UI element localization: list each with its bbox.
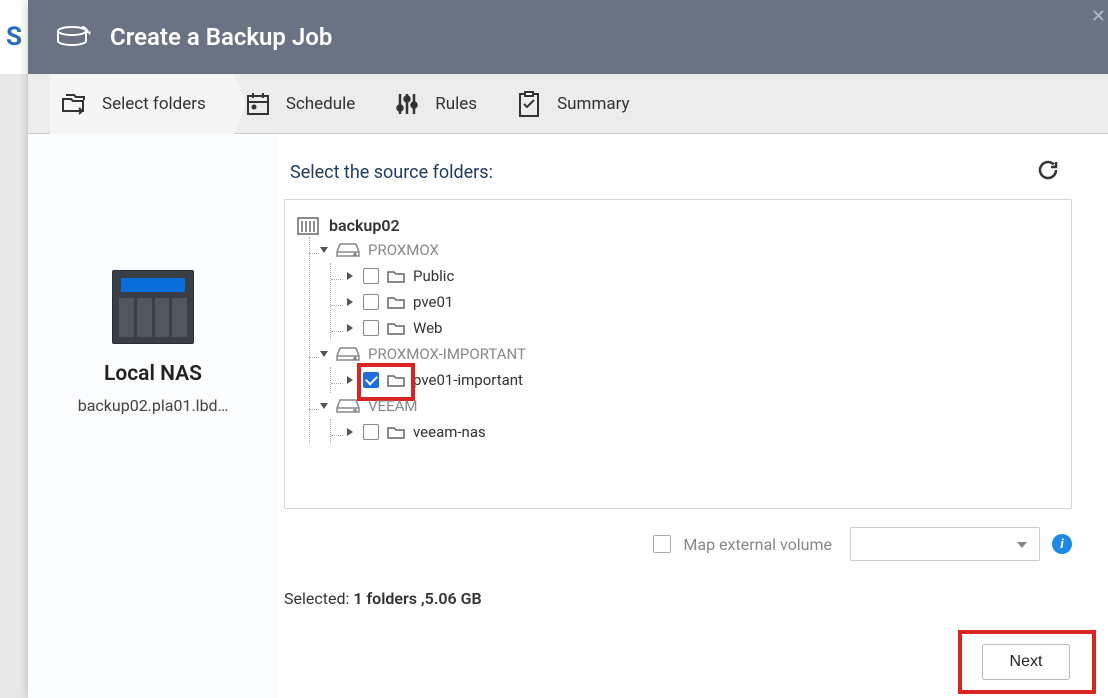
- volume-icon: [336, 398, 360, 414]
- calendar-icon: [244, 90, 272, 118]
- group-label: PROXMOX-IMPORTANT: [368, 345, 526, 363]
- modal-window: Create a Backup Job ✕ Select folders Sch…: [28, 0, 1108, 698]
- item-label: veeam-nas: [413, 423, 486, 441]
- map-external-select[interactable]: [850, 527, 1040, 561]
- folder-tree: backup02 PROXMOX: [284, 199, 1072, 509]
- tree-group-header[interactable]: VEEAM: [310, 393, 1059, 419]
- folder-icon: [387, 269, 405, 283]
- close-icon[interactable]: ✕: [1091, 6, 1106, 27]
- expand-caret-icon[interactable]: [347, 272, 353, 280]
- item-label: Web: [413, 319, 442, 337]
- step-label: Schedule: [286, 94, 355, 114]
- folder-checkbox[interactable]: [363, 372, 379, 388]
- tree-item[interactable]: pve01: [331, 289, 1059, 315]
- refresh-icon[interactable]: [1036, 158, 1060, 182]
- tree-root[interactable]: backup02: [297, 214, 1059, 237]
- step-select-folders[interactable]: Select folders: [50, 74, 234, 134]
- section-title: Select the source folders:: [290, 162, 1072, 183]
- folder-icon: [387, 373, 405, 387]
- tree-item[interactable]: Public: [331, 263, 1059, 289]
- map-external-label: Map external volume: [683, 535, 832, 554]
- nas-hostname: backup02.pla01.lbd…: [78, 396, 229, 415]
- nas-device-image: [112, 270, 194, 344]
- expand-caret-icon[interactable]: [320, 351, 328, 357]
- folder-icon: [387, 425, 405, 439]
- folder-checkbox[interactable]: [363, 294, 379, 310]
- selected-summary: Selected: 1 folders ,5.06 GB: [284, 589, 1072, 608]
- item-label: pve01: [413, 293, 453, 311]
- expand-caret-icon[interactable]: [320, 247, 328, 253]
- expand-caret-icon[interactable]: [347, 324, 353, 332]
- step-summary[interactable]: Summary: [505, 74, 657, 134]
- expand-caret-icon[interactable]: [320, 403, 328, 409]
- folder-checkbox[interactable]: [363, 320, 379, 336]
- tree-group: VEEAM veeam-nas: [310, 393, 1059, 445]
- nas-title: Local NAS: [104, 362, 202, 386]
- server-icon: [297, 217, 319, 235]
- expand-caret-icon[interactable]: [347, 298, 353, 306]
- left-strip: S: [0, 0, 28, 74]
- group-label: VEEAM: [368, 397, 417, 415]
- volume-icon: [336, 242, 360, 258]
- tree-group-header[interactable]: PROXMOX: [310, 237, 1059, 263]
- title-bar: Create a Backup Job ✕: [28, 0, 1108, 74]
- expand-caret-icon[interactable]: [347, 376, 353, 384]
- tree-item[interactable]: veeam-nas: [331, 419, 1059, 445]
- expand-caret-icon[interactable]: [347, 428, 353, 436]
- folder-checkbox[interactable]: [363, 268, 379, 284]
- item-label: Public: [413, 267, 454, 285]
- backup-job-icon: [52, 23, 92, 51]
- map-external-checkbox[interactable]: [653, 535, 671, 553]
- step-rules[interactable]: Rules: [383, 74, 505, 134]
- tree-item[interactable]: pve01-important: [331, 367, 1059, 393]
- next-button[interactable]: Next: [982, 644, 1070, 680]
- modal-title: Create a Backup Job: [110, 23, 332, 51]
- footer: Next: [982, 644, 1070, 680]
- group-label: PROXMOX: [368, 241, 439, 259]
- tree-group: PROXMOX Public: [310, 237, 1059, 341]
- right-panel: Select the source folders: backup02: [278, 134, 1108, 698]
- tree-item[interactable]: Web: [331, 315, 1059, 341]
- map-volume-row: Map external volume i: [284, 527, 1072, 561]
- step-label: Select folders: [102, 94, 206, 114]
- info-icon[interactable]: i: [1052, 534, 1072, 554]
- wizard-steps: Select folders Schedule Rules: [28, 74, 1108, 134]
- step-schedule[interactable]: Schedule: [234, 74, 383, 134]
- tree-group: PROXMOX-IMPORTANT pve01-important: [310, 341, 1059, 393]
- item-label: pve01-important: [413, 371, 523, 389]
- step-label: Rules: [435, 94, 477, 114]
- folder-icon: [387, 295, 405, 309]
- summary-icon: [515, 90, 543, 118]
- tree-root-label: backup02: [329, 216, 400, 235]
- left-panel: Local NAS backup02.pla01.lbd…: [28, 134, 278, 698]
- folder-checkbox[interactable]: [363, 424, 379, 440]
- folder-icon: [387, 321, 405, 335]
- volume-icon: [336, 346, 360, 362]
- step-label: Summary: [557, 94, 629, 114]
- sliders-icon: [393, 90, 421, 118]
- tree-group-header[interactable]: PROXMOX-IMPORTANT: [310, 341, 1059, 367]
- content-area: Local NAS backup02.pla01.lbd… Select the…: [28, 134, 1108, 698]
- folders-icon: [60, 90, 88, 118]
